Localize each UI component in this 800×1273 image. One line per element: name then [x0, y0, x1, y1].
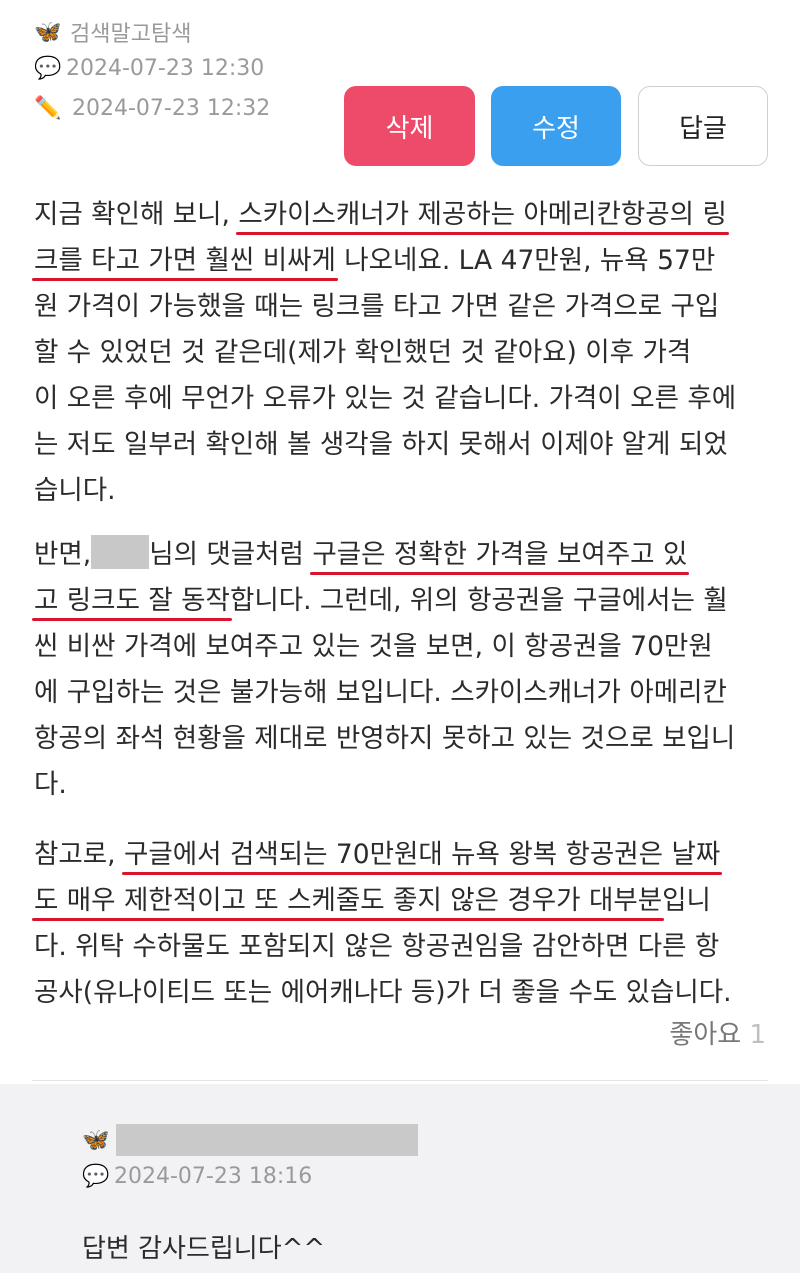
redacted-username [91, 535, 150, 569]
reply-author[interactable]: 🦋 [82, 1128, 110, 1153]
text-line: 다. 위탁 수하물도 포함되지 않은 항공권임을 감안하면 다른 항 [34, 931, 720, 962]
speech-bubble-icon: 💬 [82, 1164, 110, 1189]
reply-time: 2024-07-23 18:16 [114, 1164, 313, 1189]
comment-body-p3: 참고로, 구글에서 검색되는 70만원대 뉴욕 왕복 항공권은 날짜 도 매우 … [34, 832, 774, 1016]
created-time: 2024-07-23 12:30 [66, 56, 265, 81]
reply-button[interactable]: 답글 [638, 86, 768, 166]
underlined-text: 스카이스캐너가 제공하는 아메리칸항공의 링 [238, 199, 727, 230]
speech-bubble-icon: 💬 [34, 56, 62, 81]
text-line: 이 오른 후에 무언가 오류가 있는 것 같습니다. 가격이 오른 후에 [34, 383, 737, 414]
text-line: 씬 비싼 가격에 보여주고 있는 것을 보면, 이 항공권을 70만원 [34, 631, 713, 662]
delete-button[interactable]: 삭제 [344, 86, 475, 166]
edit-button[interactable]: 수정 [491, 86, 621, 166]
text-line: 원 가격이 가능했을 때는 링크를 타고 가면 같은 가격으로 구입 [34, 291, 720, 322]
reply-time-row: 💬 2024-07-23 18:16 [82, 1164, 312, 1189]
post-created: 💬 2024-07-23 12:30 [34, 56, 264, 81]
comment-body: 지금 확인해 보니, 스카이스캐너가 제공하는 아메리칸항공의 링 크를 타고 … [34, 192, 774, 514]
redacted-username [116, 1124, 418, 1156]
text-line: 습니다. [34, 475, 116, 506]
like-count: 1 [749, 1020, 766, 1050]
like-label: 좋아요 [669, 1020, 742, 1050]
like-button[interactable]: 좋아요 1 [669, 1014, 766, 1051]
butterfly-icon: 🦋 [34, 19, 62, 45]
post-author[interactable]: 🦋 검색말고탐색 [34, 16, 191, 48]
text-line: 반면, 님의 댓글처럼 구글은 정확한 가격을 보여주고 있 [34, 532, 774, 578]
reply-text: 답변 감사드립니다^^ [82, 1234, 326, 1264]
text-line: 항공의 좌석 현황을 제대로 반영하지 못하고 있는 것으로 보입니 [34, 723, 736, 754]
text-line: 할 수 있었던 것 같은데(제가 확인했던 것 같아요) 이후 가격 [34, 337, 692, 368]
underlined-text: 고 링크도 잘 동작 [34, 585, 230, 616]
text-line: 는 저도 일부러 확인해 볼 생각을 하지 못해서 이제야 알게 되었 [34, 429, 728, 460]
text-line: 다. [34, 769, 67, 800]
text-line: 고 링크도 잘 동작합니다. 그런데, 위의 항공권을 구글에서는 훨 [34, 585, 728, 616]
underlined-text: 구글에서 검색되는 70만원대 뉴욕 왕복 항공권은 날짜 [124, 839, 721, 870]
edited-time: 2024-07-23 12:32 [72, 96, 271, 121]
text-line: 공사(유나이티드 또는 에어캐나다 등)가 더 좋을 수도 있습니다. [34, 977, 732, 1008]
text-line: 크를 타고 가면 훨씬 비싸게 나오네요. LA 47만원, 뉴욕 57만 [34, 245, 716, 276]
butterfly-icon: 🦋 [82, 1128, 110, 1153]
pencil-icon: ✏️ [34, 96, 62, 121]
underlined-text: 도 매우 제한적이고 또 스케줄도 좋지 않은 경우가 대부분 [34, 885, 663, 916]
divider [32, 1080, 768, 1081]
text-line: 도 매우 제한적이고 또 스케줄도 좋지 않은 경우가 대부분입니 [34, 885, 711, 916]
underlined-text: 크를 타고 가면 훨씬 비싸게 [34, 245, 336, 276]
underlined-text: 구글은 정확한 가격을 보여주고 있 [312, 539, 688, 570]
comment-body-p2: 반면, 님의 댓글처럼 구글은 정확한 가격을 보여주고 있 고 링크도 잘 동작… [34, 532, 774, 808]
text-line: 지금 확인해 보니, 스카이스캐너가 제공하는 아메리칸항공의 링 [34, 199, 727, 230]
text-line: 참고로, 구글에서 검색되는 70만원대 뉴욕 왕복 항공권은 날짜 [34, 839, 721, 870]
author-name: 검색말고탐색 [70, 22, 192, 47]
text-line: 에 구입하는 것은 불가능해 보입니다. 스카이스캐너가 아메리칸 [34, 677, 727, 708]
post-edited: ✏️ 2024-07-23 12:32 [34, 96, 270, 121]
